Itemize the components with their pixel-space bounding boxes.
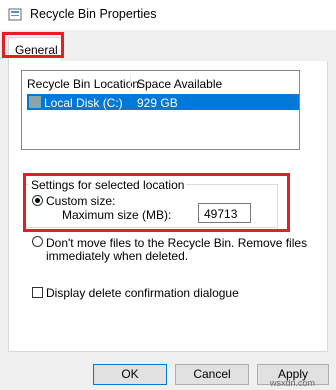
- settings-highlight-box: [23, 173, 290, 232]
- confirm-checkbox[interactable]: [32, 287, 43, 298]
- cancel-button[interactable]: Cancel: [175, 364, 249, 385]
- dont-move-label-line1[interactable]: Don't move files to the Recycle Bin. Rem…: [46, 236, 307, 250]
- column-separator: [130, 74, 131, 91]
- watermark: wsxdn.com: [270, 378, 316, 388]
- column-header-location[interactable]: Recycle Bin Location: [27, 77, 139, 91]
- dont-move-label-line2[interactable]: immediately when deleted.: [46, 249, 188, 263]
- dont-move-radio[interactable]: [32, 236, 43, 247]
- confirm-label[interactable]: Display delete confirmation dialogue: [46, 286, 239, 300]
- drive-icon: [29, 96, 41, 108]
- window-title: Recycle Bin Properties: [30, 7, 157, 21]
- ok-button[interactable]: OK: [93, 364, 167, 385]
- recycle-bin-icon: [8, 8, 22, 21]
- tab-highlight-box: [2, 32, 64, 58]
- row-space: 929 GB: [137, 96, 178, 110]
- column-header-space[interactable]: Space Available: [137, 77, 222, 91]
- row-location: Local Disk (C:): [44, 96, 123, 110]
